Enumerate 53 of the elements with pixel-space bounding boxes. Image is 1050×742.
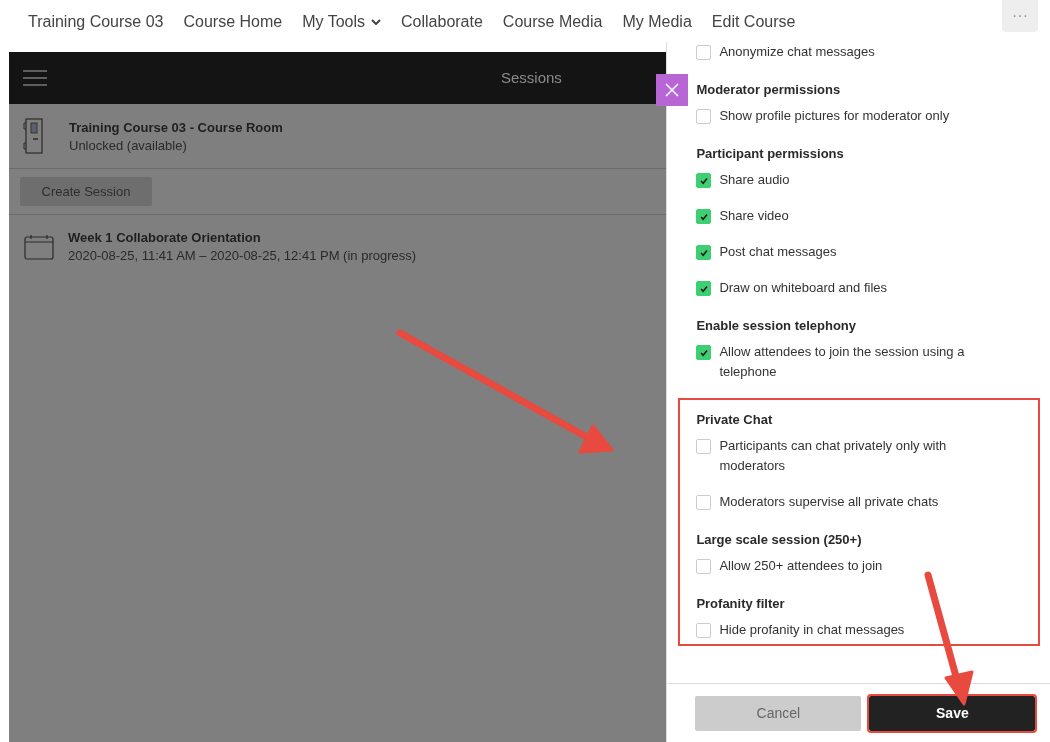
close-button[interactable] bbox=[656, 74, 688, 106]
nav-link[interactable]: My Media bbox=[622, 13, 692, 31]
option-label: Show profile pictures for moderator only bbox=[719, 107, 950, 125]
door-icon bbox=[23, 118, 43, 154]
checkbox[interactable] bbox=[696, 623, 712, 638]
check-icon bbox=[698, 347, 709, 358]
section-heading: Enable session telephony bbox=[696, 317, 858, 335]
save-button[interactable]: Save bbox=[869, 695, 1036, 731]
session-time: 2020-08-25, 11:41 AM – 2020-08-25, 12:41 PM (in progress) bbox=[68, 248, 417, 263]
nav-link[interactable]: Collaborate bbox=[401, 13, 483, 31]
nav-link[interactable]: My Tools bbox=[302, 13, 382, 31]
section-heading: Private Chat bbox=[696, 411, 774, 429]
option-label: Participants can chat privately only with moderators bbox=[719, 437, 948, 475]
session-title[interactable]: Week 1 Collaborate Orientation bbox=[68, 230, 417, 245]
option-label: Post chat messages bbox=[719, 243, 837, 261]
check-icon bbox=[698, 283, 709, 294]
option-label: Allow 250+ attendees to join bbox=[719, 557, 883, 575]
nav-link[interactable]: Edit Course bbox=[711, 13, 796, 31]
option-label: Moderators supervise all private chats bbox=[719, 493, 939, 511]
checkbox[interactable] bbox=[696, 173, 712, 188]
section-heading: Moderator permissions bbox=[696, 81, 842, 99]
option-label: Allow attendees to join the session using a telephone bbox=[719, 343, 966, 381]
option-label: Share video bbox=[719, 207, 789, 225]
option-label: Anonymize chat messages bbox=[719, 43, 875, 61]
close-icon bbox=[664, 82, 680, 98]
option-label: Draw on whiteboard and files bbox=[719, 279, 888, 297]
section-heading: Large scale session (250+) bbox=[696, 531, 863, 549]
checkbox[interactable] bbox=[696, 245, 712, 260]
menu-icon[interactable] bbox=[23, 70, 47, 86]
checkbox[interactable] bbox=[696, 559, 712, 574]
panel-title: Sessions bbox=[501, 69, 562, 86]
nav-link[interactable]: Training Course 03 bbox=[28, 13, 164, 31]
nav-link[interactable]: Course Home bbox=[183, 13, 283, 31]
checkbox[interactable] bbox=[696, 281, 712, 296]
room-title[interactable]: Training Course 03 - Course Room bbox=[69, 119, 283, 135]
check-icon bbox=[698, 247, 709, 258]
check-icon bbox=[698, 175, 709, 186]
caret-icon[interactable] bbox=[371, 19, 382, 25]
room-status: Unlocked (available) bbox=[69, 137, 188, 153]
option-label: Hide profanity in chat messages bbox=[719, 621, 905, 639]
checkbox[interactable] bbox=[696, 495, 712, 510]
section-heading: Participant permissions bbox=[696, 145, 845, 163]
checkbox[interactable] bbox=[696, 345, 712, 360]
checkbox[interactable] bbox=[696, 439, 712, 454]
cancel-button[interactable]: Cancel bbox=[695, 695, 862, 731]
nav-link[interactable]: Course Media bbox=[502, 13, 603, 31]
checkbox[interactable] bbox=[696, 109, 712, 124]
calendar-icon bbox=[24, 233, 54, 260]
check-icon bbox=[698, 211, 709, 222]
checkbox[interactable] bbox=[696, 209, 712, 224]
checkbox[interactable] bbox=[696, 45, 712, 60]
section-heading: Profanity filter bbox=[696, 595, 786, 613]
option-label: Share audio bbox=[719, 171, 790, 189]
